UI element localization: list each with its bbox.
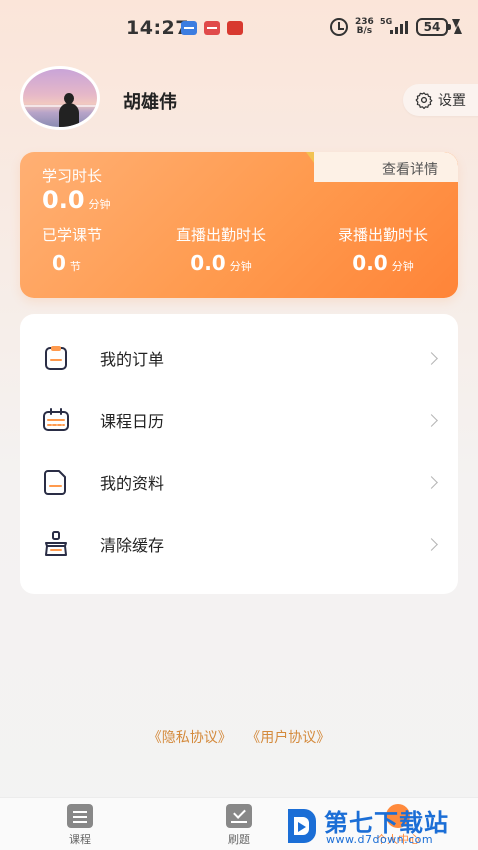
- menu-item-label: 清除缓存: [100, 536, 165, 555]
- settings-button[interactable]: 设置: [403, 84, 478, 116]
- stat-label: 录播出勤时长: [337, 226, 428, 244]
- menu-item-label: 我的资料: [100, 474, 165, 493]
- stat-value: 0.0 分钟: [190, 251, 252, 275]
- stat-value: 0.0 分钟: [352, 251, 414, 275]
- total-study-time-value: 0.0: [42, 186, 85, 214]
- user-agreement-link[interactable]: 《用户协议》: [246, 730, 330, 746]
- stat-label: 直播出勤时长: [175, 226, 266, 244]
- notification-icon: [204, 21, 220, 35]
- status-time: 14:27: [126, 17, 189, 39]
- total-study-time: 0.0 分钟: [42, 186, 111, 214]
- stat-live-attendance: 直播出勤时长 0.0 分钟: [166, 224, 276, 275]
- broom-icon: [45, 531, 67, 556]
- view-details-label: 查看详情: [382, 162, 438, 178]
- menu-item-materials[interactable]: 我的资料: [20, 452, 458, 512]
- tab-label: 课程: [69, 833, 91, 846]
- stat-label: 已学课节: [42, 226, 103, 244]
- calendar-icon: [43, 408, 69, 431]
- study-stats-card: 查看详情 学习时长 0.0 分钟 已学课节 0节 直播出勤时长 0.0 分钟 录播出…: [20, 152, 458, 298]
- menu-item-label: 我的订单: [100, 350, 165, 369]
- agreement-links: 《隐私协议》 《用户协议》: [0, 727, 478, 747]
- chevron-right-icon: [425, 537, 438, 551]
- stat-value: 0节: [52, 251, 81, 275]
- notification-icon: [181, 21, 197, 35]
- menu-list: 我的订单 课程日历 我的资料 清除缓存: [20, 314, 458, 594]
- watermark: 第七下载站 www.d7down.com: [284, 803, 478, 850]
- chevron-right-icon: [425, 475, 438, 489]
- total-study-time-unit: 分钟: [88, 198, 111, 211]
- view-details-button[interactable]: 查看详情: [298, 152, 458, 182]
- menu-item-label: 课程日历: [100, 412, 165, 431]
- stat-lessons-learned: 已学课节 0节: [42, 224, 102, 275]
- stat-recorded-attendance: 录播出勤时长 0.0 分钟: [328, 224, 438, 275]
- tab-label: 刷题: [228, 833, 250, 846]
- tab-practice[interactable]: 刷题: [209, 804, 269, 847]
- gear-icon: [415, 92, 433, 109]
- study-time-title: 学习时长: [42, 167, 103, 185]
- menu-item-orders[interactable]: 我的订单: [20, 328, 458, 388]
- charging-icon: [452, 19, 462, 34]
- document-icon: [44, 470, 66, 495]
- net-speed-unit: B/s: [356, 26, 373, 36]
- clipboard-icon: [45, 346, 67, 370]
- alarm-icon: [330, 18, 348, 36]
- battery-icon: 54: [416, 18, 451, 36]
- signal-icon: [388, 20, 410, 34]
- chevron-right-icon: [425, 351, 438, 365]
- check-icon: [226, 804, 252, 828]
- net-speed: 236 B/s: [355, 18, 374, 36]
- chevron-right-icon: [425, 413, 438, 427]
- watermark-url: www.d7down.com: [326, 833, 434, 846]
- user-name: 胡雄伟: [123, 92, 177, 113]
- privacy-agreement-link[interactable]: 《隐私协议》: [148, 730, 232, 746]
- menu-item-clear-cache[interactable]: 清除缓存: [20, 514, 458, 574]
- menu-item-calendar[interactable]: 课程日历: [20, 390, 458, 450]
- tab-course[interactable]: 课程: [50, 804, 110, 847]
- status-bar: 14:27 236 B/s 5G 54: [0, 0, 478, 56]
- watermark-logo-icon: [288, 809, 316, 843]
- avatar[interactable]: [20, 66, 100, 130]
- settings-label: 设置: [438, 93, 466, 109]
- book-icon: [67, 804, 93, 828]
- notification-icon: [227, 21, 243, 35]
